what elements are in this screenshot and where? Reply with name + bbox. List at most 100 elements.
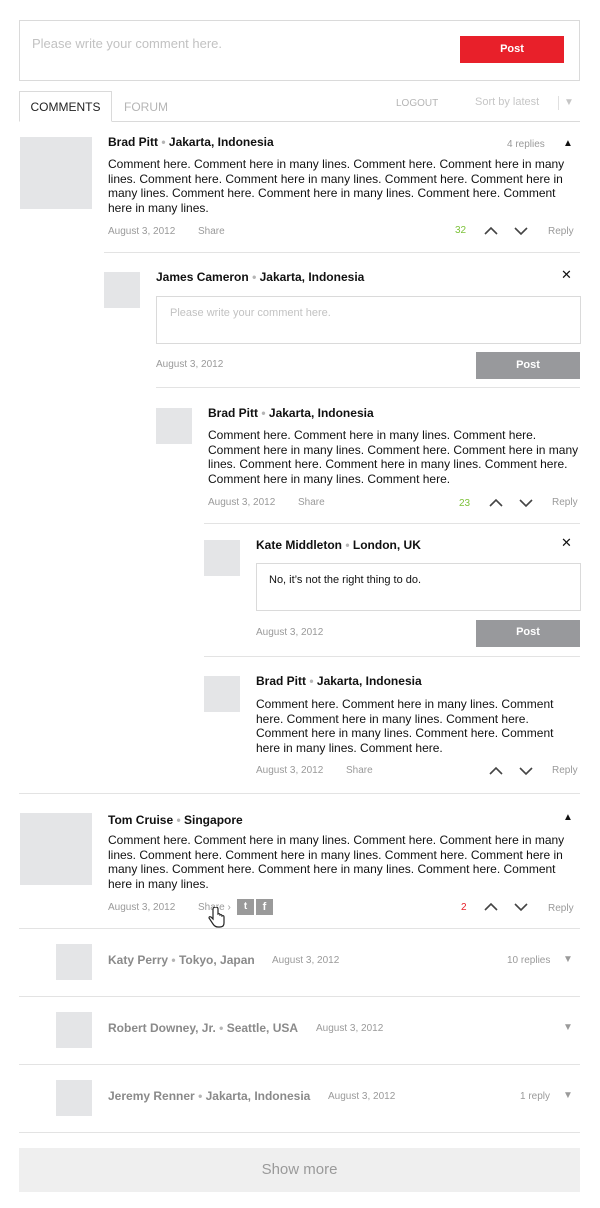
twitter-icon[interactable]: t <box>237 899 254 915</box>
comment-author: Kate Middleton • London, UK <box>256 538 421 552</box>
reply-link[interactable]: Reply <box>548 903 574 914</box>
downvote-icon[interactable] <box>518 497 534 509</box>
reply-link[interactable]: Reply <box>548 226 574 237</box>
upvote-icon[interactable] <box>483 225 499 237</box>
author-location: Jakarta, Indonesia <box>259 270 365 284</box>
author-name: Robert Downey, Jr. <box>108 1021 216 1035</box>
avatar <box>204 540 240 576</box>
divider <box>156 387 580 388</box>
share-link[interactable]: Share <box>346 765 373 776</box>
divider <box>104 252 580 253</box>
separator-dot: • <box>219 1021 224 1035</box>
comment-author: Brad Pitt • Jakarta, Indonesia <box>108 135 274 149</box>
comment-text: Comment here. Comment here in many lines… <box>256 697 554 755</box>
comment-input[interactable]: Please write your comment here. <box>32 36 222 51</box>
separator-dot: • <box>161 135 166 149</box>
downvote-icon[interactable] <box>513 225 529 237</box>
avatar <box>156 408 192 444</box>
vote-count: 23 <box>459 498 471 509</box>
author-name: Kate Middleton <box>256 538 342 552</box>
avatar <box>56 1080 92 1116</box>
author-name: Brad Pitt <box>108 135 159 149</box>
chevron-down-icon: ▼ <box>564 97 574 108</box>
comment-date: August 3, 2012 <box>272 955 340 966</box>
tab-forum[interactable]: FORUM <box>124 100 168 114</box>
upvote-icon[interactable] <box>483 901 499 913</box>
tab-bar: COMMENTS FORUM LOGOUT Sort by latest ▼ <box>19 91 580 122</box>
sort-label: Sort by latest <box>475 96 540 108</box>
replies-count[interactable]: 4 replies <box>507 139 545 150</box>
post-button[interactable]: Post <box>460 36 564 63</box>
post-button[interactable]: Post <box>476 620 580 647</box>
comment-date: August 3, 2012 <box>256 627 324 638</box>
reply-input-placeholder: Please write your comment here. <box>170 307 331 319</box>
comment-text: Comment here. Comment here in many lines… <box>108 833 565 891</box>
author-location: Singapore <box>184 813 243 827</box>
comment-text: Comment here. Comment here in many lines… <box>108 157 565 215</box>
divider <box>19 1132 580 1133</box>
divider <box>204 523 580 524</box>
collapse-triangle-icon[interactable]: ▲ <box>563 138 573 149</box>
comment-author: Brad Pitt • Jakarta, Indonesia <box>256 674 422 688</box>
facebook-icon[interactable]: f <box>256 899 273 915</box>
separator-dot: • <box>345 538 350 552</box>
share-link[interactable]: Share <box>298 497 325 508</box>
comment-date: August 3, 2012 <box>208 497 276 508</box>
avatar <box>56 1012 92 1048</box>
author-name: Brad Pitt <box>208 406 259 420</box>
replies-count[interactable]: 10 replies <box>507 955 550 966</box>
expand-triangle-icon[interactable]: ▼ <box>563 1090 573 1101</box>
close-icon[interactable]: ✕ <box>561 535 572 551</box>
author-location: Jakarta, Indonesia <box>168 135 274 149</box>
sort-divider <box>558 96 559 110</box>
vote-count: 2 <box>461 902 467 913</box>
collapse-triangle-icon[interactable]: ▲ <box>563 812 573 823</box>
comment-date: August 3, 2012 <box>256 765 324 776</box>
comment-text: Comment here. Comment here in many lines… <box>208 428 579 486</box>
close-icon[interactable]: ✕ <box>561 267 572 283</box>
reply-link[interactable]: Reply <box>552 497 578 508</box>
reply-link[interactable]: Reply <box>552 765 578 776</box>
author-name: Katy Perry <box>108 953 169 967</box>
replies-count[interactable]: 1 reply <box>520 1091 550 1102</box>
show-more-button[interactable]: Show more <box>19 1148 580 1192</box>
avatar <box>20 813 92 885</box>
author-location: Jakarta, Indonesia <box>205 1089 311 1103</box>
share-link[interactable]: Share <box>198 226 225 237</box>
divider <box>19 996 580 997</box>
author-location: London, UK <box>352 538 421 552</box>
separator-dot: • <box>198 1089 203 1103</box>
comment-author: Katy Perry • Tokyo, Japan <box>108 953 255 967</box>
author-location: Seattle, USA <box>226 1021 299 1035</box>
reply-input[interactable]: No, it’s not the right thing to do. <box>256 563 581 611</box>
comment-author: Brad Pitt • Jakarta, Indonesia <box>208 406 374 420</box>
upvote-icon[interactable] <box>488 765 504 777</box>
reply-input[interactable]: Please write your comment here. <box>156 296 581 344</box>
expand-triangle-icon[interactable]: ▼ <box>563 954 573 965</box>
vote-count: 32 <box>455 225 467 236</box>
avatar <box>56 944 92 980</box>
downvote-icon[interactable] <box>518 765 534 777</box>
sort-select[interactable]: Sort by latest ▼ <box>475 96 580 112</box>
author-name: James Cameron <box>156 270 249 284</box>
author-name: Brad Pitt <box>256 674 307 688</box>
comment-author: Tom Cruise • Singapore <box>108 813 243 827</box>
author-name: Jeremy Renner <box>108 1089 195 1103</box>
avatar <box>104 272 140 308</box>
comment-form: Please write your comment here. Post <box>19 20 580 81</box>
upvote-icon[interactable] <box>488 497 504 509</box>
comment-date: August 3, 2012 <box>108 902 176 913</box>
author-location: Tokyo, Japan <box>178 953 255 967</box>
logout-link[interactable]: LOGOUT <box>396 98 438 109</box>
expand-triangle-icon[interactable]: ▼ <box>563 1022 573 1033</box>
author-name: Tom Cruise <box>108 813 174 827</box>
downvote-icon[interactable] <box>513 901 529 913</box>
divider <box>19 793 580 794</box>
post-button[interactable]: Post <box>476 352 580 379</box>
comment-date: August 3, 2012 <box>316 1023 384 1034</box>
hand-cursor-icon <box>208 907 225 928</box>
divider <box>204 656 580 657</box>
tab-comments[interactable]: COMMENTS <box>19 91 112 122</box>
comment-author: Robert Downey, Jr. • Seattle, USA <box>108 1021 298 1035</box>
comment-date: August 3, 2012 <box>328 1091 396 1102</box>
